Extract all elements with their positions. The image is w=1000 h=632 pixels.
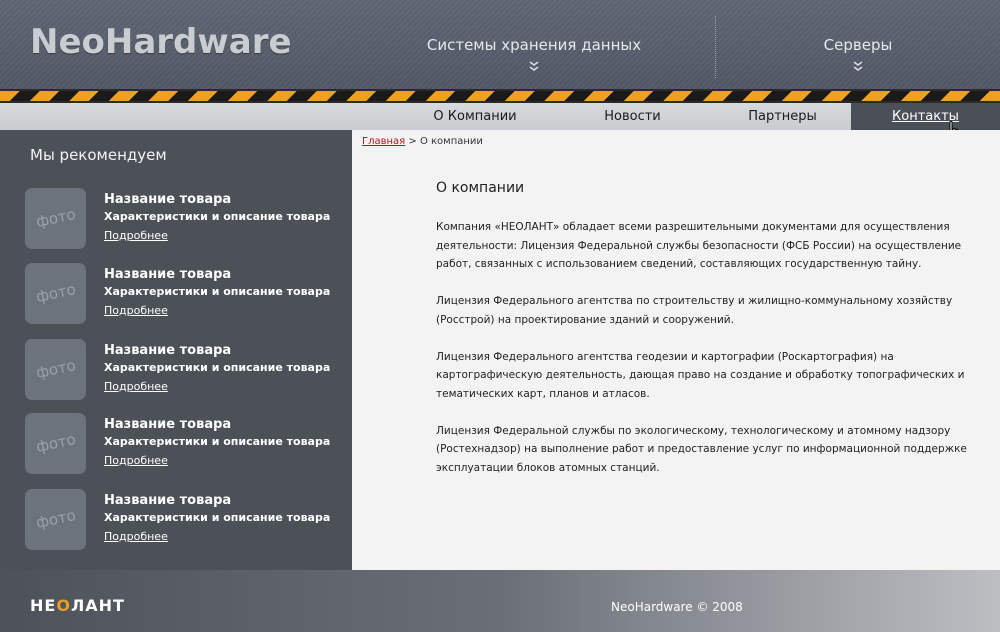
photo-placeholder-label: фото bbox=[33, 430, 77, 456]
breadcrumb-current: О компании bbox=[419, 136, 483, 147]
product-item: фото Название товара Характеристики и оп… bbox=[25, 188, 345, 250]
photo-placeholder-label: фото bbox=[33, 280, 77, 306]
topnav-storage[interactable]: Системы хранения данных bbox=[404, 36, 664, 74]
paragraph: Лицензия Федерального агентства геодезии… bbox=[436, 350, 965, 400]
sidebar: Мы рекомендуем фото Название товара Хара… bbox=[0, 130, 352, 570]
product-description: Характеристики и описание товара bbox=[104, 361, 331, 374]
product-item: фото Название товара Характеристики и оп… bbox=[25, 413, 345, 475]
topnav-servers[interactable]: Серверы bbox=[728, 36, 988, 74]
chevron-down-icon bbox=[527, 60, 541, 74]
paragraph: Лицензия Федерального агентства по строи… bbox=[436, 295, 953, 326]
product-more-link[interactable]: Подробнее bbox=[104, 454, 168, 467]
product-description: Характеристики и описание товара bbox=[104, 285, 331, 298]
topnav-servers-label: Серверы bbox=[823, 36, 893, 54]
subnav-partners[interactable]: Партнеры bbox=[710, 103, 855, 130]
product-more-link[interactable]: Подробнее bbox=[104, 229, 168, 242]
product-name: Название товара bbox=[104, 192, 232, 207]
product-photo[interactable]: фото bbox=[25, 263, 86, 324]
breadcrumb-home-link[interactable]: Главная bbox=[362, 136, 405, 147]
product-photo[interactable]: фото bbox=[25, 489, 86, 550]
page-title: О компании bbox=[436, 180, 525, 196]
subnav-news[interactable]: Новости bbox=[560, 103, 705, 130]
product-photo[interactable]: фото bbox=[25, 413, 86, 474]
breadcrumb: Главная > О компании bbox=[362, 136, 483, 147]
nav-divider bbox=[715, 16, 716, 78]
copyright: NeoHardware © 2008 bbox=[611, 600, 743, 614]
photo-placeholder-label: фото bbox=[33, 506, 77, 532]
paragraph: Лицензия Федеральной службы по экологиче… bbox=[436, 424, 967, 474]
chevron-down-icon bbox=[851, 60, 865, 74]
article-body: Компания «НЕОЛАНТ» обладает всеми разреш… bbox=[436, 218, 976, 496]
site-footer: НЕОЛАНТ NeoHardware © 2008 bbox=[0, 570, 1000, 632]
product-name: Название товара bbox=[104, 417, 232, 432]
footer-logo[interactable]: НЕОЛАНТ bbox=[30, 596, 125, 615]
footer-logo-part: ЛАНТ bbox=[70, 596, 125, 615]
photo-placeholder-label: фото bbox=[33, 205, 77, 231]
product-item: фото Название товара Характеристики и оп… bbox=[25, 489, 345, 551]
subnav-about[interactable]: О Компании bbox=[400, 103, 550, 130]
topnav-storage-label: Системы хранения данных bbox=[426, 36, 642, 54]
sidebar-title: Мы рекомендуем bbox=[30, 146, 167, 164]
product-photo[interactable]: фото bbox=[25, 339, 86, 400]
photo-placeholder-label: фото bbox=[33, 356, 77, 382]
subnav-bar: О Компании Новости Партнеры Контакты bbox=[0, 103, 1000, 130]
main-content: Главная > О компании О компании Компания… bbox=[352, 130, 1000, 584]
product-name: Название товара bbox=[104, 267, 232, 282]
footer-logo-part: О bbox=[56, 596, 71, 615]
paragraph: Компания «НЕОЛАНТ» обладает всеми разреш… bbox=[436, 221, 962, 270]
product-item: фото Название товара Характеристики и оп… bbox=[25, 263, 345, 325]
site-logo[interactable]: NeoHardware bbox=[30, 22, 292, 62]
breadcrumb-separator: > bbox=[408, 136, 417, 147]
site-header: NeoHardware Системы хранения данных Серв… bbox=[0, 0, 1000, 92]
product-photo[interactable]: фото bbox=[25, 188, 86, 249]
product-name: Название товара bbox=[104, 493, 232, 508]
product-more-link[interactable]: Подробнее bbox=[104, 380, 168, 393]
product-item: фото Название товара Характеристики и оп… bbox=[25, 339, 345, 401]
footer-logo-part: НЕ bbox=[30, 596, 57, 615]
product-description: Характеристики и описание товара bbox=[104, 210, 331, 223]
hazard-stripe bbox=[0, 89, 1000, 103]
product-description: Характеристики и описание товара bbox=[104, 511, 331, 524]
product-more-link[interactable]: Подробнее bbox=[104, 304, 168, 317]
product-name: Название товара bbox=[104, 343, 232, 358]
product-description: Характеристики и описание товара bbox=[104, 435, 331, 448]
product-more-link[interactable]: Подробнее bbox=[104, 530, 168, 543]
subnav-contacts[interactable]: Контакты bbox=[851, 103, 1000, 130]
